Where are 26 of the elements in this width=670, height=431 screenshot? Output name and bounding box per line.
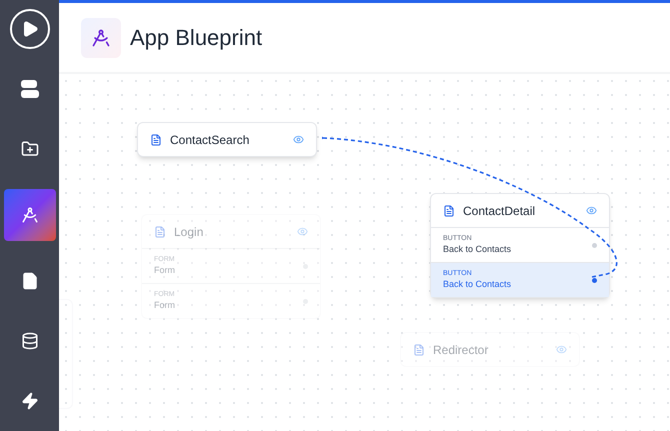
folder-plus-icon <box>20 140 38 158</box>
bolt-icon <box>20 392 38 410</box>
item-label: Back to Contacts <box>443 244 512 255</box>
file-icon <box>413 344 425 356</box>
item-label: Back to Contacts <box>443 278 512 290</box>
node-title: Login <box>174 224 204 240</box>
drafting-compass-icon <box>20 206 38 224</box>
stack-icon <box>20 80 40 98</box>
page-title: App Blueprint <box>130 24 262 52</box>
play-icon <box>10 9 50 49</box>
eye-icon <box>586 205 597 216</box>
eye-icon <box>297 226 308 237</box>
node-title: Redirector <box>433 342 490 358</box>
node-title: ContactDetail <box>463 202 536 220</box>
node-title: ContactSearch <box>170 132 250 148</box>
file-icon <box>443 204 455 216</box>
blueprint-logo <box>81 18 121 58</box>
file-icon <box>20 272 38 290</box>
item-label: Form <box>154 300 176 311</box>
eye-icon <box>556 344 567 355</box>
database-icon <box>20 332 38 350</box>
file-icon <box>150 134 162 146</box>
file-icon <box>154 226 166 238</box>
eye-icon <box>293 134 304 145</box>
item-label: Form <box>154 264 176 276</box>
node-card[interactable]: ContactSearch <box>137 122 317 157</box>
